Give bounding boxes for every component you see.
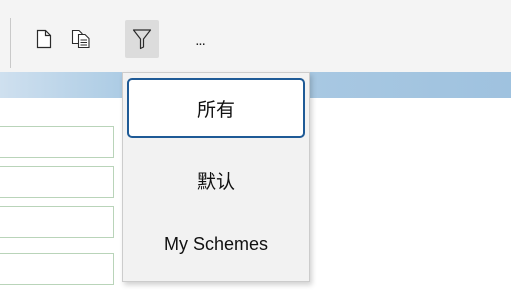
menu-item-my-schemes[interactable]: My Schemes [127, 214, 305, 274]
menu-item-label: 所有 [196, 99, 235, 121]
grid-cell[interactable] [0, 206, 114, 238]
filter-button[interactable] [125, 20, 159, 58]
copy-document-button[interactable] [64, 20, 98, 58]
menu-item-default[interactable]: 默认 [127, 150, 305, 210]
toolbar: ... [0, 0, 511, 72]
filter-dropdown-menu: 所有 默认 My Schemes [122, 72, 310, 282]
grid-cell[interactable] [0, 126, 114, 158]
menu-item-label: My Schemes [163, 233, 269, 254]
new-document-icon [36, 29, 52, 49]
more-button[interactable]: ... [183, 20, 217, 58]
grid-cell[interactable] [0, 166, 114, 198]
toolbar-separator [10, 18, 11, 68]
filter-icon [132, 28, 152, 50]
grid-cell[interactable] [0, 253, 114, 285]
menu-item-all[interactable]: 所有 [127, 78, 305, 138]
menu-item-label: 默认 [196, 171, 235, 193]
more-button-label: ... [195, 31, 205, 49]
new-document-button[interactable] [27, 20, 61, 58]
copy-document-icon [71, 29, 91, 49]
